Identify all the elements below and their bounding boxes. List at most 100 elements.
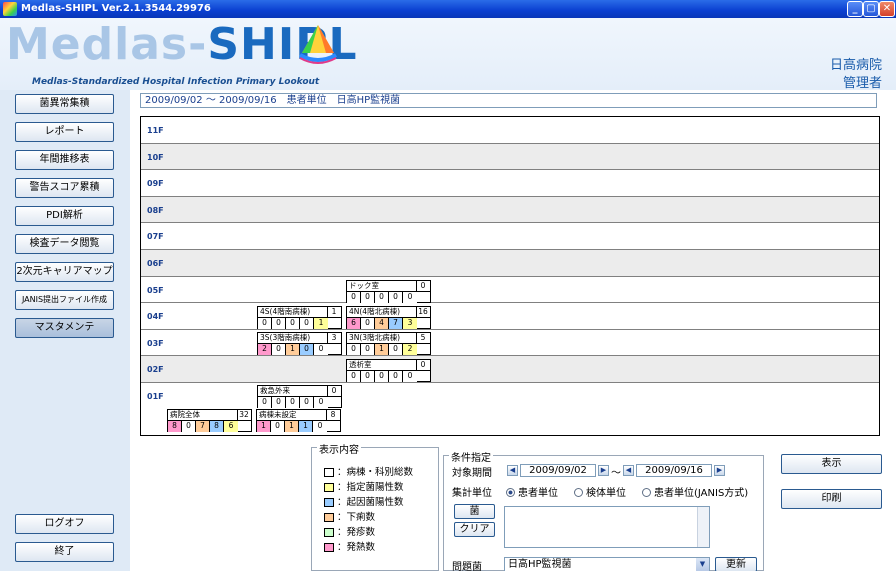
legend-swatch-total (324, 468, 334, 477)
count-cell: 0 (375, 292, 389, 303)
ward-box[interactable]: ドック室 0 0 0 0 0 0 (346, 280, 431, 303)
floor-label: 08F (147, 205, 164, 215)
radio-specimen-unit[interactable]: 検体単位 (574, 484, 626, 499)
exit-button[interactable]: 終了 (15, 542, 114, 562)
sidebar-item-lab-data[interactable]: 検査データ閲覧 (15, 234, 114, 254)
ward-total: 0 (416, 360, 430, 371)
legend-label: ：起因菌陽性数 (337, 497, 404, 508)
count-cell: 0 (389, 292, 403, 303)
floor-row: 05F (141, 277, 879, 304)
count-cell: 2 (258, 344, 272, 355)
count-cell: 1 (257, 421, 271, 432)
clear-button[interactable]: クリア (454, 522, 495, 537)
maximize-button[interactable]: ▢ (863, 1, 879, 17)
floor-label: 07F (147, 232, 164, 242)
period-label: 対象期間 (452, 468, 492, 479)
legend-item: ：発疹数 (324, 524, 376, 538)
date-to-field[interactable]: 2009/09/16 (636, 464, 712, 477)
legend-label: ：指定菌陽性数 (337, 482, 404, 493)
legend-swatch-rash (324, 528, 334, 537)
date-from-prev-button[interactable]: ◀ (507, 465, 518, 476)
hospital-name: 日高病院 (829, 58, 882, 73)
window-title: Medlas-SHIPL Ver.2.1.3544.29976 (21, 3, 211, 14)
sidebar-item-master-maintenance[interactable]: マスタメンテ (15, 318, 114, 338)
legend-label: ：病棟・科別総数 (337, 467, 414, 478)
app-icon (3, 2, 17, 16)
date-to-prev-button[interactable]: ◀ (623, 465, 634, 476)
floor-row: 01F (141, 383, 879, 410)
radio-patient-unit[interactable]: 患者単位 (506, 484, 558, 499)
legend-label: ：発疹数 (337, 527, 376, 538)
window-titlebar[interactable]: Medlas-SHIPL Ver.2.1.3544.29976 _ ▢ ✕ (0, 0, 896, 18)
legend-item: ：指定菌陽性数 (324, 479, 404, 493)
chevron-down-icon[interactable]: ▼ (696, 558, 709, 571)
ward-total: 0 (416, 281, 430, 292)
sidebar-item-warning-score[interactable]: 警告スコア累積 (15, 178, 114, 198)
count-cell: 0 (272, 318, 286, 329)
count-cell: 0 (300, 344, 314, 355)
minimize-button[interactable]: _ (847, 1, 863, 17)
bacteria-list[interactable] (504, 506, 710, 548)
sidebar-item-pdi-analysis[interactable]: PDI解析 (15, 206, 114, 226)
count-cell: 7 (389, 318, 403, 329)
count-cell: 0 (403, 292, 417, 303)
logoff-button[interactable]: ログオフ (15, 514, 114, 534)
hospital-total-box[interactable]: 病院全体 32 8 0 7 8 6 (167, 409, 252, 432)
problem-bacteria-label: 問題菌 (452, 562, 482, 571)
legend-swatch-designated (324, 483, 334, 492)
legend-swatch-fever (324, 543, 334, 552)
problem-bacteria-select[interactable]: 日高HP監視菌 ▼ (504, 557, 710, 571)
count-cell: 6 (224, 421, 238, 432)
floor-label: 09F (147, 179, 164, 189)
display-button[interactable]: 表示 (781, 454, 882, 474)
update-button[interactable]: 更新 (715, 557, 757, 571)
bacteria-button[interactable]: 菌 (454, 504, 495, 519)
count-cell: 0 (361, 344, 375, 355)
floor-label: 05F (147, 285, 164, 295)
unassigned-ward-box[interactable]: 病棟未設定 8 1 0 1 1 0 (256, 409, 341, 432)
sidebar-item-janis-export[interactable]: JANIS提出ファイル作成 (15, 290, 114, 310)
ward-total: 1 (327, 307, 341, 318)
count-cell: 0 (286, 318, 300, 329)
floor-label: 06F (147, 259, 164, 268)
date-to-next-button[interactable]: ▶ (714, 465, 725, 476)
ward-box[interactable]: 透析室 0 0 0 0 0 0 (346, 359, 431, 382)
count-cell: 0 (403, 371, 417, 382)
floor-row: 10F (141, 143, 879, 171)
count-cell: 0 (258, 318, 272, 329)
sidebar-item-annual-trend[interactable]: 年間推移表 (15, 150, 114, 170)
count-cell: 0 (347, 292, 361, 303)
ward-box[interactable]: 3S(3階南病棟) 3 2 0 1 0 0 (257, 332, 342, 355)
ward-box[interactable]: 救急外来 0 0 0 0 0 0 (257, 385, 342, 408)
radio-janis-unit[interactable]: 患者単位(JANIS方式) (642, 484, 748, 499)
ward-box[interactable]: 3N(3階北病棟) 5 0 0 1 0 2 (346, 332, 431, 355)
count-cell: 0 (272, 397, 286, 408)
ward-total: 5 (416, 333, 430, 344)
count-cell: 0 (314, 344, 328, 355)
sidebar-item-bacteria-anomaly[interactable]: 菌異常集積 (15, 94, 114, 114)
sidebar-item-carrier-map[interactable]: 2次元キャリアマップ (15, 262, 114, 282)
floor-row: 06F (141, 250, 879, 277)
floor-label: 04F (147, 312, 164, 322)
count-cell: 0 (389, 344, 403, 355)
count-cell: 1 (285, 421, 299, 432)
legend-swatch-causative (324, 498, 334, 507)
close-button[interactable]: ✕ (879, 1, 895, 17)
count-cell: 0 (271, 421, 285, 432)
sidebar-item-report[interactable]: レポート (15, 122, 114, 142)
logo-sail-icon (299, 25, 337, 64)
ward-box[interactable]: 4S(4階南病棟) 1 0 0 0 0 1 (257, 306, 342, 329)
radio-dot (574, 488, 583, 497)
radio-dot (642, 488, 651, 497)
list-scrollbar[interactable] (697, 507, 709, 547)
ward-name: 病院全体 (168, 410, 238, 421)
count-cell: 0 (375, 371, 389, 382)
radio-label: 検体単位 (586, 488, 626, 499)
ward-box[interactable]: 4N(4階北病棟) 16 6 0 4 7 3 (346, 306, 431, 329)
date-from-next-button[interactable]: ▶ (598, 465, 609, 476)
legend-label: ：下痢数 (337, 512, 376, 523)
radio-label: 患者単位 (518, 488, 558, 499)
date-from-field[interactable]: 2009/09/02 (520, 464, 596, 477)
print-button[interactable]: 印刷 (781, 489, 882, 509)
radio-label: 患者単位(JANIS方式) (654, 488, 749, 499)
